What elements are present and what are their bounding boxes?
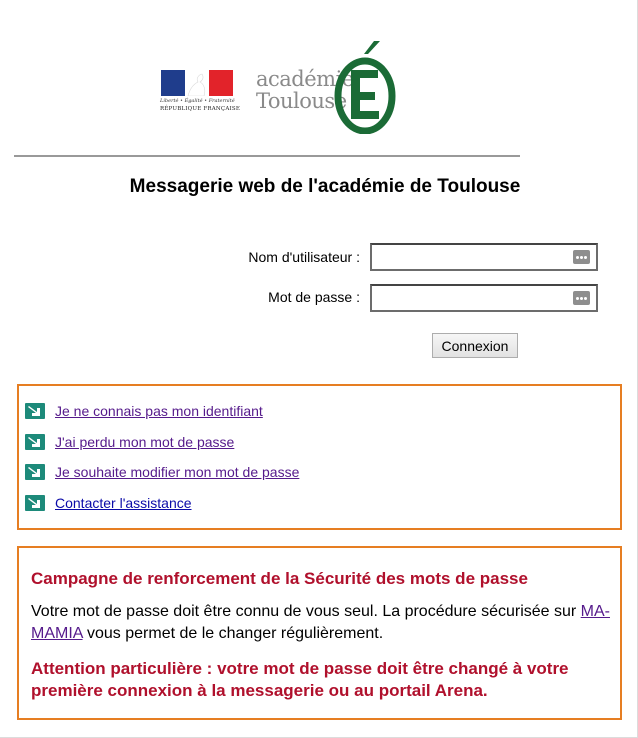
login-button[interactable]: Connexion [432,333,518,358]
password-input[interactable] [372,286,570,310]
arrow-down-right-icon [25,464,45,480]
username-input[interactable] [372,245,570,269]
list-item: Contacter l'assistance [25,493,192,513]
forgot-username-link[interactable]: Je ne connais pas mon identifiant [55,403,263,419]
page-title: Messagerie web de l'académie de Toulouse [129,176,521,197]
password-manager-icon[interactable] [573,250,590,264]
password-manager-icon[interactable] [573,291,590,305]
security-notice-warning: Attention particulière : votre mot de pa… [31,659,569,700]
arrow-down-right-icon [25,434,45,450]
contact-support-link[interactable]: Contacter l'assistance [55,495,192,511]
username-field[interactable] [370,243,598,271]
username-label: Nom d'utilisateur : [248,249,360,265]
list-item: Je souhaite modifier mon mot de passe [25,462,299,482]
marianne-logo: Liberté • Égalité • Fraternité RÉPUBLIQU… [160,70,240,148]
forgot-password-link[interactable]: J'ai perdu mon mot de passe [55,434,234,450]
marianne-profile-icon [187,73,206,96]
header-divider [14,155,520,157]
arrow-down-right-icon [25,495,45,511]
security-notice-title: Campagne de renforcement de la Sécurité … [31,569,528,588]
flag-republic-text: RÉPUBLIQUE FRANÇAISE [160,106,241,112]
security-notice-box: Campagne de renforcement de la Sécurité … [17,546,622,720]
flag-motto: Liberté • Égalité • Fraternité [160,98,235,104]
security-notice-body: Votre mot de passe doit être connu de vo… [31,601,621,645]
password-label: Mot de passe : [268,289,360,305]
header-logos: Liberté • Égalité • Fraternité RÉPUBLIQU… [160,34,400,136]
help-links-box: Je ne connais pas mon identifiant J'ai p… [17,384,622,530]
security-notice-text-before: Votre mot de passe doit être connu de vo… [31,603,581,620]
security-notice-text-after: vous permet de le changer régulièrement. [82,625,384,642]
arrow-down-right-icon [25,403,45,419]
list-item: J'ai perdu mon mot de passe [25,432,234,452]
change-password-link[interactable]: Je souhaite modifier mon mot de passe [55,464,299,480]
academy-e-logo-icon [334,41,396,134]
password-field[interactable] [370,284,598,312]
list-item: Je ne connais pas mon identifiant [25,401,263,421]
